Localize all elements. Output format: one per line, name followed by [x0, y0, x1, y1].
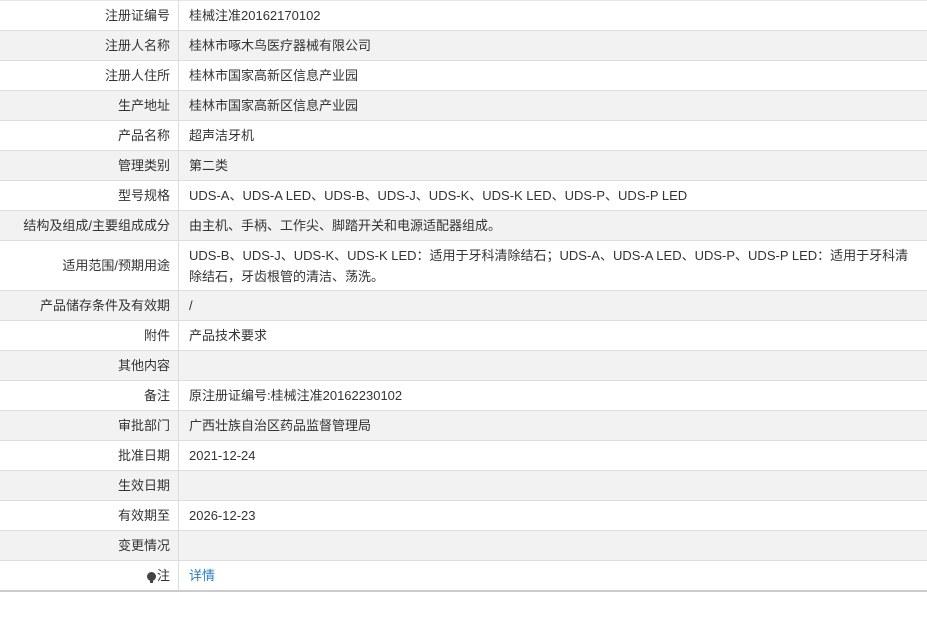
row-management-category: 管理类别 第二类 — [0, 150, 927, 181]
label-expiry-date: 有效期至 — [0, 500, 179, 531]
label-intended-use: 适用范围/预期用途 — [0, 240, 179, 291]
row-product-name: 产品名称 超声洁牙机 — [0, 120, 927, 151]
value-registration-number: 桂械注准20162170102 — [178, 0, 927, 31]
row-production-address: 生产地址 桂林市国家高新区信息产业园 — [0, 90, 927, 121]
row-model-spec: 型号规格 UDS-A、UDS-A LED、UDS-B、UDS-J、UDS-K、U… — [0, 180, 927, 211]
label-change-status: 变更情况 — [0, 530, 179, 561]
value-change-status — [178, 530, 927, 561]
row-other-content: 其他内容 — [0, 350, 927, 381]
row-storage-validity: 产品储存条件及有效期 / — [0, 290, 927, 321]
value-model-spec: UDS-A、UDS-A LED、UDS-B、UDS-J、UDS-K、UDS-K … — [178, 180, 927, 211]
label-production-address: 生产地址 — [0, 90, 179, 121]
value-product-name: 超声洁牙机 — [178, 120, 927, 151]
row-note: 注 详情 — [0, 560, 927, 592]
value-note: 详情 — [178, 560, 927, 592]
label-registration-number: 注册证编号 — [0, 0, 179, 31]
value-effective-date — [178, 470, 927, 501]
label-registrant-address: 注册人住所 — [0, 60, 179, 91]
value-approval-department: 广西壮族自治区药品监督管理局 — [178, 410, 927, 441]
label-structure-composition: 结构及组成/主要组成成分 — [0, 210, 179, 241]
value-registrant-address: 桂林市国家高新区信息产业园 — [178, 60, 927, 91]
label-effective-date: 生效日期 — [0, 470, 179, 501]
value-expiry-date: 2026-12-23 — [178, 500, 927, 531]
value-registrant-name: 桂林市啄木鸟医疗器械有限公司 — [178, 30, 927, 61]
label-registrant-name: 注册人名称 — [0, 30, 179, 61]
value-storage-validity: / — [178, 290, 927, 321]
note-label: 注 — [156, 568, 170, 583]
row-expiry-date: 有效期至 2026-12-23 — [0, 500, 927, 531]
registration-detail-table: 注册证编号 桂械注准20162170102 注册人名称 桂林市啄木鸟医疗器械有限… — [0, 0, 927, 592]
value-structure-composition: 由主机、手柄、工作尖、脚踏开关和电源适配器组成。 — [178, 210, 927, 241]
row-remarks: 备注 原注册证编号:桂械注准20162230102 — [0, 380, 927, 411]
row-registration-number: 注册证编号 桂械注准20162170102 — [0, 0, 927, 31]
row-approval-department: 审批部门 广西壮族自治区药品监督管理局 — [0, 410, 927, 441]
row-attachment: 附件 产品技术要求 — [0, 320, 927, 351]
lightbulb-icon — [146, 572, 156, 583]
label-storage-validity: 产品储存条件及有效期 — [0, 290, 179, 321]
value-production-address: 桂林市国家高新区信息产业园 — [178, 90, 927, 121]
value-other-content — [178, 350, 927, 381]
row-registrant-name: 注册人名称 桂林市啄木鸟医疗器械有限公司 — [0, 30, 927, 61]
row-approval-date: 批准日期 2021-12-24 — [0, 440, 927, 471]
value-attachment: 产品技术要求 — [178, 320, 927, 351]
label-approval-date: 批准日期 — [0, 440, 179, 471]
label-management-category: 管理类别 — [0, 150, 179, 181]
row-intended-use: 适用范围/预期用途 UDS-B、UDS-J、UDS-K、UDS-K LED：适用… — [0, 240, 927, 291]
label-attachment: 附件 — [0, 320, 179, 351]
value-remarks: 原注册证编号:桂械注准20162230102 — [178, 380, 927, 411]
value-management-category: 第二类 — [178, 150, 927, 181]
label-product-name: 产品名称 — [0, 120, 179, 151]
label-note: 注 — [0, 560, 179, 592]
value-intended-use: UDS-B、UDS-J、UDS-K、UDS-K LED：适用于牙科清除结石；UD… — [178, 240, 927, 291]
details-link[interactable]: 详情 — [189, 568, 215, 583]
label-approval-department: 审批部门 — [0, 410, 179, 441]
value-approval-date: 2021-12-24 — [178, 440, 927, 471]
label-remarks: 备注 — [0, 380, 179, 411]
row-structure-composition: 结构及组成/主要组成成分 由主机、手柄、工作尖、脚踏开关和电源适配器组成。 — [0, 210, 927, 241]
row-effective-date: 生效日期 — [0, 470, 927, 501]
label-other-content: 其他内容 — [0, 350, 179, 381]
label-model-spec: 型号规格 — [0, 180, 179, 211]
row-change-status: 变更情况 — [0, 530, 927, 561]
row-registrant-address: 注册人住所 桂林市国家高新区信息产业园 — [0, 60, 927, 91]
